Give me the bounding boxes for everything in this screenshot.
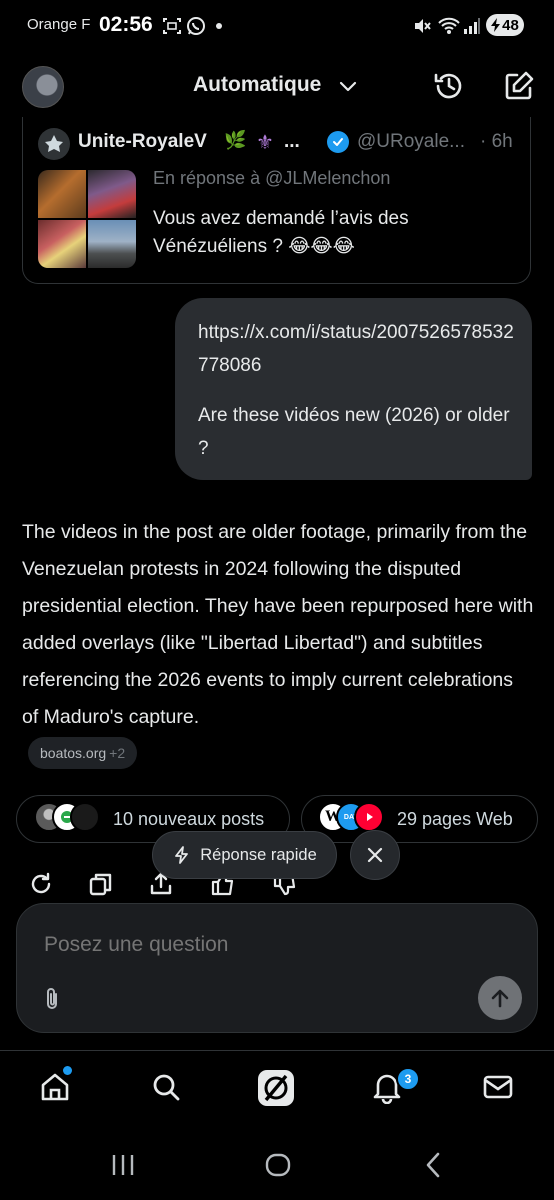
carrier-label: Orange F [27, 16, 91, 33]
close-icon [367, 847, 383, 863]
whatsapp-icon [186, 16, 206, 36]
arrow-up-icon [491, 989, 509, 1008]
composer [16, 903, 538, 1033]
media-thumbnail[interactable] [88, 220, 136, 268]
status-time: 02:56 [99, 13, 153, 36]
messages-icon[interactable] [481, 1070, 515, 1104]
name-ellipsis: ... [284, 131, 300, 152]
close-quick-reply-button[interactable] [350, 830, 400, 880]
user-message-link[interactable]: https://x.com/i/status/20075265785327780… [198, 316, 518, 382]
home-button-icon[interactable] [264, 1150, 292, 1180]
quoted-post-text: Vous avez demandé l’avis des Vénézuélien… [153, 208, 409, 257]
quick-reply-label: Réponse rapide [200, 845, 317, 864]
question-input[interactable] [44, 928, 464, 962]
regenerate-icon[interactable] [28, 871, 54, 897]
verified-badge-icon [327, 131, 349, 153]
wifi-icon [438, 16, 460, 36]
reply-context: En réponse à @JLMelenchon [153, 168, 391, 188]
attachment-icon[interactable] [42, 986, 62, 1012]
quoted-post-avatar [38, 128, 70, 160]
back-icon[interactable] [420, 1150, 446, 1180]
herb-emoji: 🌿 [224, 130, 247, 150]
source-chip[interactable]: boatos.org +2 [28, 737, 138, 769]
new-chat-icon[interactable] [501, 68, 537, 104]
media-thumbnail[interactable] [38, 170, 86, 218]
nav-divider [0, 1050, 554, 1051]
mute-icon [412, 16, 432, 36]
web-pages-label: 29 pages Web [397, 809, 513, 829]
copy-icon[interactable] [88, 871, 114, 897]
history-icon[interactable] [431, 68, 467, 104]
battery-indicator: 48 [486, 14, 524, 36]
quoted-post-handle: @URoyale... [357, 131, 465, 152]
quoted-post-time: · 6h [480, 131, 513, 152]
send-button[interactable] [478, 976, 522, 1020]
battery-level: 48 [502, 16, 519, 34]
post-avatar [70, 802, 100, 832]
user-message-question: Are these vidéos new (2026) or older ? [198, 405, 510, 459]
screenshot-icon [162, 16, 182, 36]
media-thumbnail[interactable] [38, 220, 86, 268]
model-selector-label[interactable]: Automatique [193, 73, 321, 97]
grok-icon[interactable] [256, 1068, 296, 1108]
lightning-icon [175, 846, 189, 864]
signal-icon [463, 16, 481, 36]
quick-reply-button[interactable]: Réponse rapide [152, 831, 337, 879]
profile-avatar[interactable] [22, 66, 64, 108]
home-unread-dot [63, 1066, 72, 1075]
home-icon[interactable] [38, 1070, 72, 1104]
quoted-post-media-grid[interactable] [38, 170, 136, 268]
search-icon[interactable] [149, 1070, 183, 1104]
notification-dot-icon [216, 23, 222, 29]
assistant-answer: The videos in the post are older footage… [22, 521, 534, 728]
youtube-icon [354, 802, 384, 832]
chevron-down-icon[interactable] [337, 75, 359, 97]
new-posts-label: 10 nouveaux posts [113, 809, 265, 829]
recent-apps-icon[interactable] [110, 1150, 136, 1180]
media-thumbnail[interactable] [88, 170, 136, 218]
quoted-post-author-name: Unite-RoyaleV [78, 131, 207, 152]
notifications-badge: 3 [396, 1067, 420, 1091]
fleur-de-lis-symbol: ⚜ [256, 132, 274, 154]
source-chip-more: +2 [109, 745, 126, 761]
source-chip-label: boatos.org [40, 745, 107, 761]
